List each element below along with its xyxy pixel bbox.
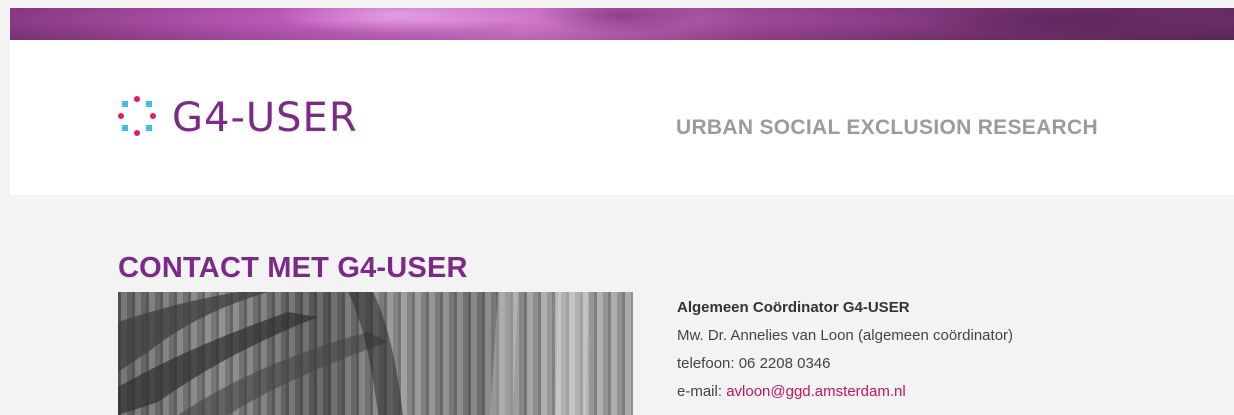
- library-bookshelves-photo: [118, 292, 633, 415]
- page-title: CONTACT MET G4-USER: [118, 252, 468, 284]
- banner-shade: [10, 8, 1234, 40]
- dots-ring-icon: [118, 96, 156, 136]
- header-banner-image: [10, 8, 1234, 40]
- page-frame: G4-USER URBAN SOCIAL EXCLUSION RESEARCH …: [10, 8, 1234, 415]
- contact-role: Algemeen Coördinator G4-USER: [677, 299, 910, 316]
- main-content: CONTACT MET G4-USER Algemeen Coördinator…: [10, 195, 1234, 415]
- contact-name: Mw. Dr. Annelies van Loon (algemeen coör…: [677, 327, 1014, 344]
- site-tagline: URBAN SOCIAL EXCLUSION RESEARCH: [676, 116, 1098, 139]
- contact-phone: telefoon: 06 2208 0346: [677, 355, 831, 372]
- site-header: G4-USER URBAN SOCIAL EXCLUSION RESEARCH: [10, 40, 1234, 195]
- photo-shelves-overlay: [118, 292, 588, 415]
- contact-details: Algemeen Coördinator G4-USER Mw. Dr. Ann…: [677, 294, 1197, 406]
- contact-email-label: e-mail:: [677, 383, 723, 400]
- contact-email-line: e-mail: avloon@ggd.amsterdam.nl: [677, 378, 1197, 406]
- contact-email-link[interactable]: avloon@ggd.amsterdam.nl: [726, 383, 906, 400]
- site-logo-link[interactable]: G4-USER: [116, 88, 376, 148]
- logo-wordmark: G4-USER: [172, 95, 358, 141]
